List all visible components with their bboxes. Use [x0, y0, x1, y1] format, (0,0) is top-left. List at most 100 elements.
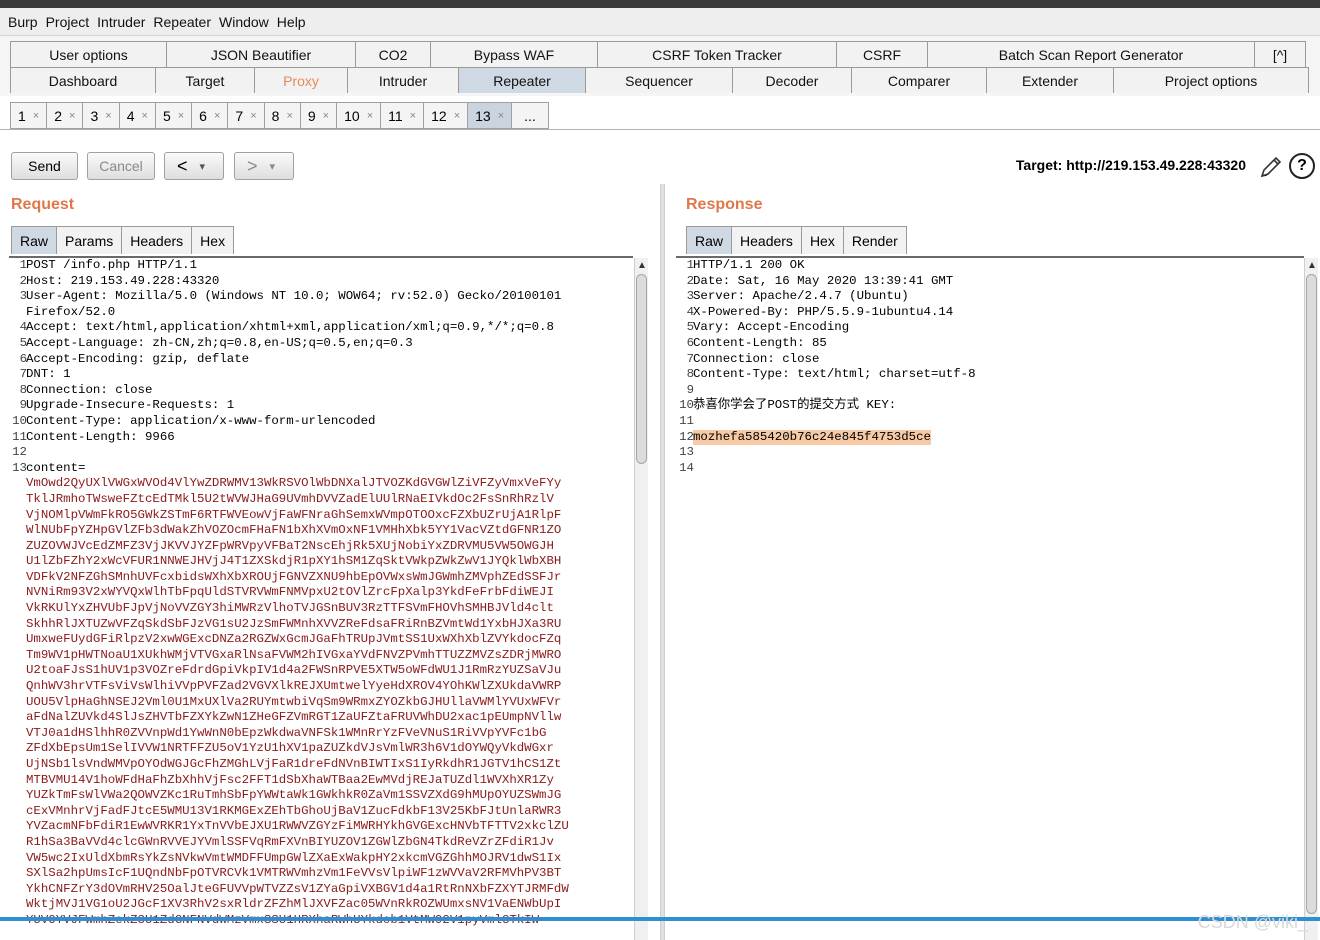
chevron-down-icon[interactable]: ▾ — [270, 160, 276, 173]
editor-line: SXlSa2hpUmsIcF1UQndNbFpOTVRCVk1VMTRWVmhz… — [9, 866, 633, 882]
close-icon[interactable]: × — [410, 110, 416, 122]
view-tab-render[interactable]: Render — [842, 226, 907, 254]
menu-window[interactable]: Window — [219, 14, 269, 30]
repeater-subtab[interactable]: 7 × — [227, 102, 265, 129]
tab-repeater[interactable]: Repeater — [458, 67, 586, 93]
tab-sequencer[interactable]: Sequencer — [585, 67, 733, 93]
tab-proxy[interactable]: Proxy — [254, 67, 348, 93]
editor-line: UOU5VlpHaGhNSEJ2Vml0U1MxUXlVa2RUYmtwbiVq… — [9, 695, 633, 711]
repeater-subtab[interactable]: 9 × — [299, 102, 338, 129]
tab-6[interactable]: Batch Scan Report Generator — [927, 41, 1255, 67]
repeater-subtab[interactable]: 13 × — [467, 102, 513, 129]
editor-line: YVZacmNFbFdiR1EwWVRKR1YxTnVVbEJXU1RWWVZG… — [9, 819, 633, 835]
request-scrollbar[interactable]: ▲ — [634, 258, 648, 940]
view-tab-params[interactable]: Params — [56, 226, 123, 254]
menu-burp[interactable]: Burp — [8, 14, 38, 30]
close-icon[interactable]: × — [367, 110, 373, 122]
tab-2[interactable]: CO2 — [355, 41, 431, 67]
view-tab-raw[interactable]: Raw — [686, 226, 733, 254]
tab-7[interactable]: [^] — [1254, 41, 1306, 67]
repeater-subtab[interactable]: 12 × — [423, 102, 469, 129]
line-text: Accept: text/html,application/xhtml+xml,… — [26, 320, 554, 335]
menu-help[interactable]: Help — [277, 14, 306, 30]
subtab-more[interactable]: ... — [511, 102, 549, 129]
line-text: R1hSa3BaVVd4clcGWnRVVEJYVmlSSFVqRmFXVnBI… — [26, 834, 554, 849]
tab-3[interactable]: Bypass WAF — [430, 41, 598, 67]
menu-project[interactable]: Project — [46, 14, 90, 30]
view-tab-headers[interactable]: Headers — [731, 226, 802, 254]
tab-4[interactable]: CSRF Token Tracker — [597, 41, 837, 67]
editor-line: 3 User-Agent: Mozilla/5.0 (Windows NT 10.… — [9, 289, 633, 305]
editor-line: 11 Content-Length: 9966 — [9, 430, 633, 446]
editor-line: 5 Vary: Accept-Encoding — [676, 320, 1304, 336]
repeater-subtab[interactable]: 10 × — [336, 102, 382, 129]
tab-target[interactable]: Target — [155, 67, 255, 93]
response-scrollbar[interactable]: ▲ — [1304, 258, 1318, 940]
line-number: 1 — [19, 258, 27, 272]
line-number: 7 — [19, 367, 27, 382]
view-tab-hex[interactable]: Hex — [191, 226, 235, 254]
edit-target-icon[interactable] — [1259, 155, 1283, 179]
view-tab-raw[interactable]: Raw — [11, 226, 58, 254]
view-tab-hex[interactable]: Hex — [800, 226, 844, 254]
view-tab-headers[interactable]: Headers — [121, 226, 193, 254]
scroll-up-icon[interactable]: ▲ — [1307, 260, 1317, 271]
close-icon[interactable]: × — [498, 110, 504, 122]
send-button[interactable]: Send — [11, 152, 78, 180]
menu-repeater[interactable]: Repeater — [153, 14, 211, 30]
line-text: UOU5VlpHaGhNSEJ2Vml0U1MxUXlVa2RUYmtwbiVq… — [26, 694, 562, 709]
scroll-up-icon[interactable]: ▲ — [637, 260, 647, 271]
close-icon[interactable]: × — [69, 110, 75, 122]
chevron-down-icon[interactable]: ▾ — [200, 160, 206, 173]
editor-line: 1 HTTP/1.1 200 OK — [676, 258, 1304, 274]
response-scroll-thumb[interactable] — [1306, 274, 1317, 914]
line-text: YVZacmNFbFdiR1EwWVRKR1YxTnVVbEJXU1RWWVZG… — [26, 819, 569, 834]
close-icon[interactable]: × — [142, 110, 148, 122]
line-text: Tm9WV1pHWTNoaU1XUkhWMjVTVGxaRlNsaFVWM2hI… — [26, 647, 562, 662]
tab-5[interactable]: CSRF — [836, 41, 928, 67]
close-icon[interactable]: × — [286, 110, 292, 122]
editor-line: 14 — [676, 461, 1304, 477]
close-icon[interactable]: × — [214, 110, 220, 122]
menu-bar: Burp Project Intruder Repeater Window Help — [0, 8, 1320, 36]
back-arrow-icon: < — [177, 155, 188, 176]
repeater-subtab[interactable]: 8 × — [263, 102, 301, 129]
repeater-subtab[interactable]: 4 × — [118, 102, 156, 129]
line-text: YUZkTmFsWlVWa2QOWVZKc1RuTmhSbFpYWWtaWk1G… — [26, 788, 562, 803]
repeater-subtab[interactable]: 11 × — [380, 102, 425, 129]
repeater-subtab[interactable]: 2 × — [46, 102, 84, 129]
pane-splitter[interactable] — [660, 184, 665, 940]
repeater-subtab[interactable]: 5 × — [154, 102, 193, 129]
tab-project-options[interactable]: Project options — [1113, 67, 1309, 93]
tab-1[interactable]: JSON Beautifier — [166, 41, 356, 67]
repeater-subtab[interactable]: 3 × — [82, 102, 120, 129]
request-scroll-thumb[interactable] — [636, 274, 647, 464]
line-text: VkRKUlYxZHVUbFJpVjNoVVZGY3hiMWRzVlhoTVJG… — [26, 601, 554, 616]
help-icon[interactable]: ? — [1289, 153, 1315, 179]
close-icon[interactable]: × — [33, 110, 39, 122]
response-editor[interactable]: 1 HTTP/1.1 200 OK 2 Date: Sat, 16 May 2020 … — [676, 256, 1304, 940]
tab-comparer[interactable]: Comparer — [851, 67, 987, 93]
line-number: 2 — [686, 273, 694, 288]
close-icon[interactable]: × — [178, 110, 184, 122]
request-editor[interactable]: 1 POST /info.php HTTP/1.1 2 Host: 219.153.4… — [9, 256, 633, 940]
forward-button[interactable]: > ▾ — [234, 152, 294, 180]
tab-dashboard[interactable]: Dashboard — [10, 67, 156, 93]
line-text: Host: 219.153.49.228:43320 — [26, 273, 220, 288]
tab-0[interactable]: User options — [10, 41, 167, 67]
close-icon[interactable]: × — [250, 110, 256, 122]
menu-intruder[interactable]: Intruder — [97, 14, 145, 30]
cancel-button[interactable]: Cancel — [87, 152, 155, 180]
tab-intruder[interactable]: Intruder — [347, 67, 459, 93]
back-button[interactable]: < ▾ — [164, 152, 224, 180]
repeater-subtab[interactable]: 1 × — [10, 102, 48, 129]
editor-line: 4 Accept: text/html,application/xhtml+xml… — [9, 320, 633, 336]
tab-decoder[interactable]: Decoder — [732, 67, 852, 93]
close-icon[interactable]: × — [454, 110, 460, 122]
close-icon[interactable]: × — [323, 110, 329, 122]
line-text: SXlSa2hpUmsIcF1UQndNbFpOTVRCVk1VMTRWVmhz… — [26, 866, 562, 881]
tab-extender[interactable]: Extender — [986, 67, 1114, 93]
repeater-subtab[interactable]: 6 × — [191, 102, 229, 129]
close-icon[interactable]: × — [105, 110, 111, 122]
line-number: 6 — [686, 335, 694, 350]
